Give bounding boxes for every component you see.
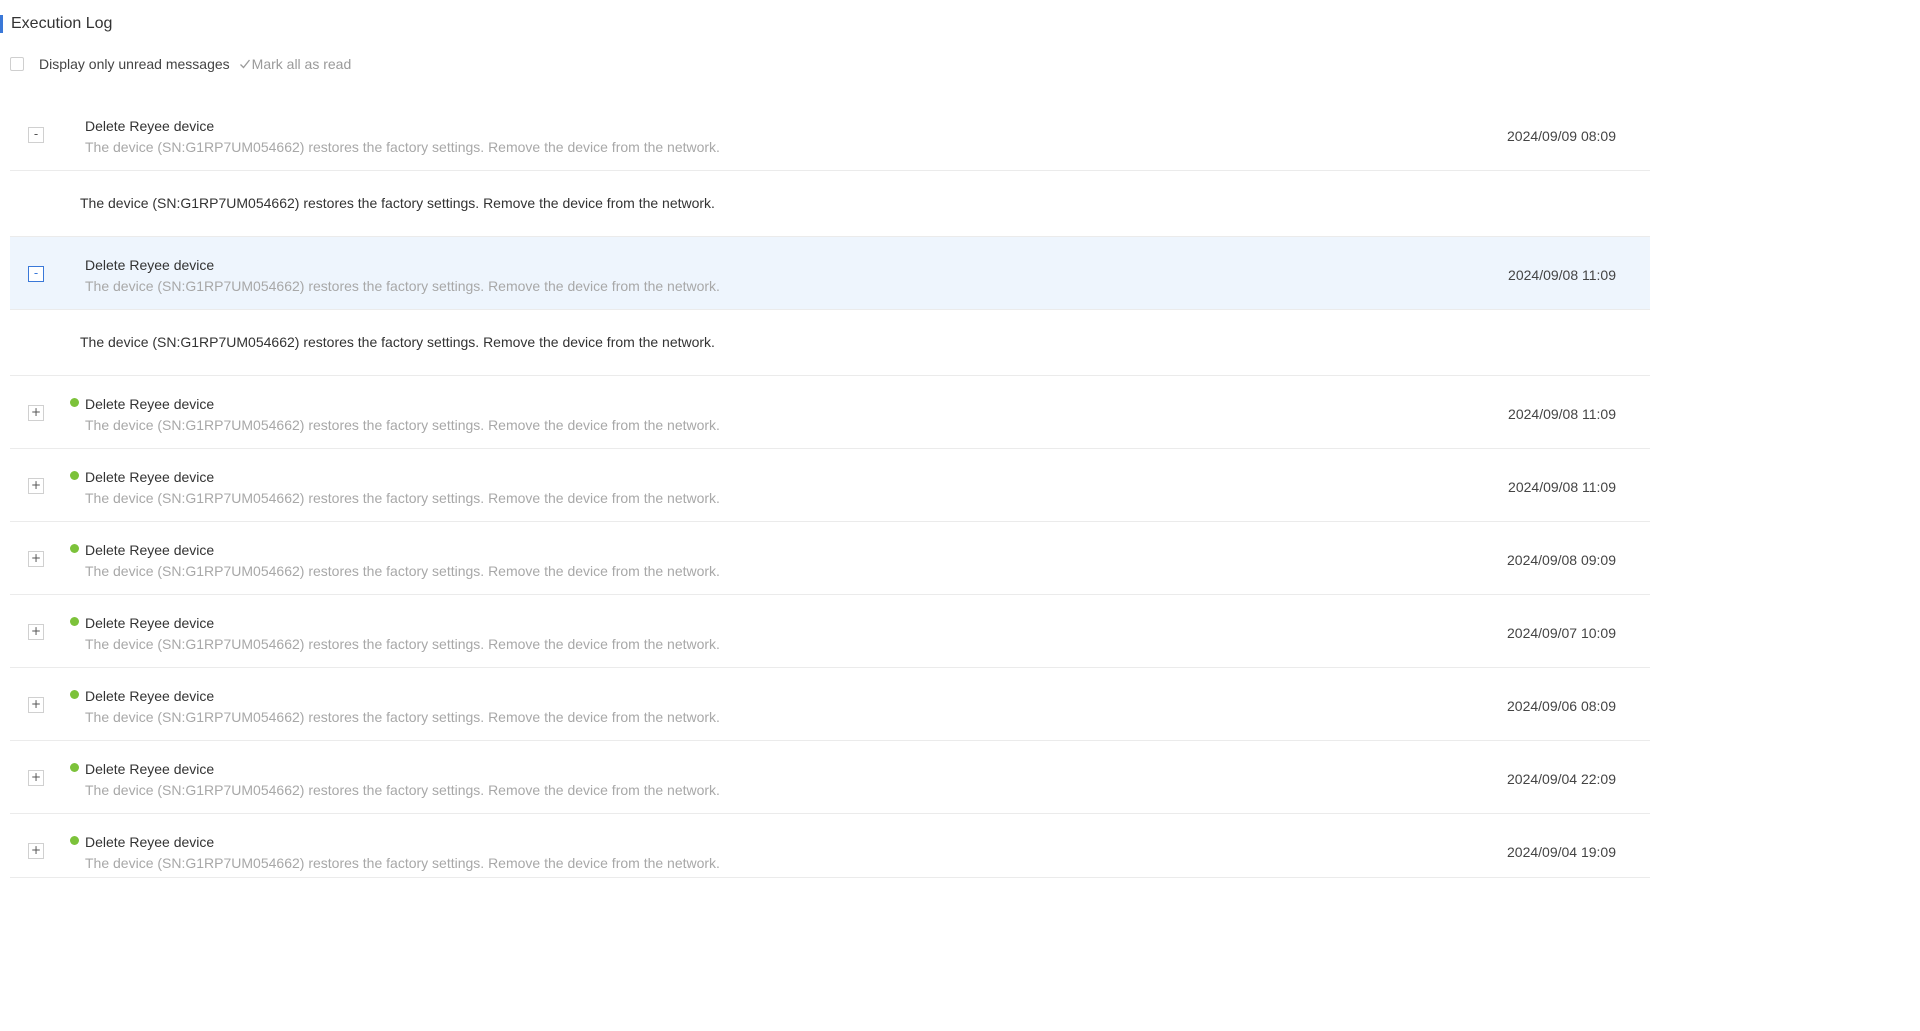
entry-timestamp: 2024/09/08 11:09 [1508,406,1616,422]
entry-description: The device (SN:G1RP7UM054662) restores t… [85,563,720,579]
unread-dot-icon [70,763,79,772]
entry-title: Delete Reyee device [85,118,215,134]
expand-toggle-icon[interactable]: + [28,697,44,713]
entry-timestamp: 2024/09/07 10:09 [1507,625,1616,641]
entry-timestamp: 2024/09/09 08:09 [1507,128,1616,144]
unread-dot-icon [70,690,79,699]
unread-dot-icon [70,544,79,553]
unread-only-checkbox[interactable] [10,57,24,71]
title-accent-bar [0,15,3,33]
log-toolbar: Display only unread messages Mark all as… [10,55,351,73]
page-title: Execution Log [11,15,113,32]
entry-detail-text: The device (SN:G1RP7UM054662) restores t… [80,334,715,350]
entry-title: Delete Reyee device [85,542,215,558]
entry-title: Delete Reyee device [85,257,215,273]
expand-toggle-icon[interactable]: + [28,551,44,567]
entry-description: The device (SN:G1RP7UM054662) restores t… [85,139,720,155]
expand-toggle-icon[interactable]: + [28,770,44,786]
log-entry[interactable]: + Delete Reyee device The device (SN:G1R… [10,741,1650,814]
log-entry-detail: The device (SN:G1RP7UM054662) restores t… [10,310,1650,376]
log-list: - Delete Reyee device The device (SN:G1R… [10,98,1650,878]
entry-timestamp: 2024/09/04 22:09 [1507,771,1616,787]
entry-description: The device (SN:G1RP7UM054662) restores t… [85,636,720,652]
log-entry[interactable]: + Delete Reyee device The device (SN:G1R… [10,376,1650,449]
unread-dot-icon [70,836,79,845]
entry-title: Delete Reyee device [85,761,215,777]
entry-title: Delete Reyee device [85,615,215,631]
log-entry[interactable]: + Delete Reyee device The device (SN:G1R… [10,668,1650,741]
check-icon [239,59,250,69]
entry-description: The device (SN:G1RP7UM054662) restores t… [85,709,720,725]
entry-description: The device (SN:G1RP7UM054662) restores t… [85,417,720,433]
expand-toggle-icon[interactable]: + [28,624,44,640]
expand-toggle-icon[interactable]: + [28,843,44,859]
entry-title: Delete Reyee device [85,469,215,485]
log-entry[interactable]: + Delete Reyee device The device (SN:G1R… [10,449,1650,522]
entry-title: Delete Reyee device [85,834,215,850]
log-entry-detail: The device (SN:G1RP7UM054662) restores t… [10,171,1650,237]
log-entry[interactable]: + Delete Reyee device The device (SN:G1R… [10,522,1650,595]
log-entry[interactable]: - Delete Reyee device The device (SN:G1R… [10,98,1650,171]
mark-all-read-button[interactable]: Mark all as read [239,56,352,72]
entry-description: The device (SN:G1RP7UM054662) restores t… [85,782,720,798]
entry-timestamp: 2024/09/08 09:09 [1507,552,1616,568]
collapse-toggle-icon[interactable]: - [28,266,44,282]
entry-title: Delete Reyee device [85,688,215,704]
unread-dot-icon [70,617,79,626]
expand-toggle-icon[interactable]: + [28,478,44,494]
unread-only-label[interactable]: Display only unread messages [39,56,230,72]
entry-timestamp: 2024/09/04 19:09 [1507,844,1616,860]
entry-title: Delete Reyee device [85,396,215,412]
unread-dot-icon [70,398,79,407]
execution-log-page: Execution Log Display only unread messag… [0,0,1920,1031]
entry-description: The device (SN:G1RP7UM054662) restores t… [85,855,720,871]
log-entry[interactable]: + Delete Reyee device The device (SN:G1R… [10,814,1650,878]
entry-timestamp: 2024/09/08 11:09 [1508,479,1616,495]
entry-description: The device (SN:G1RP7UM054662) restores t… [85,278,720,294]
log-entry[interactable]: + Delete Reyee device The device (SN:G1R… [10,595,1650,668]
page-header: Execution Log [0,14,112,34]
entry-detail-text: The device (SN:G1RP7UM054662) restores t… [80,195,715,211]
log-entry[interactable]: - Delete Reyee device The device (SN:G1R… [10,237,1650,310]
collapse-toggle-icon[interactable]: - [28,127,44,143]
entry-timestamp: 2024/09/06 08:09 [1507,698,1616,714]
mark-all-read-label: Mark all as read [251,56,352,72]
entry-description: The device (SN:G1RP7UM054662) restores t… [85,490,720,506]
entry-timestamp: 2024/09/08 11:09 [1508,267,1616,283]
expand-toggle-icon[interactable]: + [28,405,44,421]
unread-dot-icon [70,471,79,480]
